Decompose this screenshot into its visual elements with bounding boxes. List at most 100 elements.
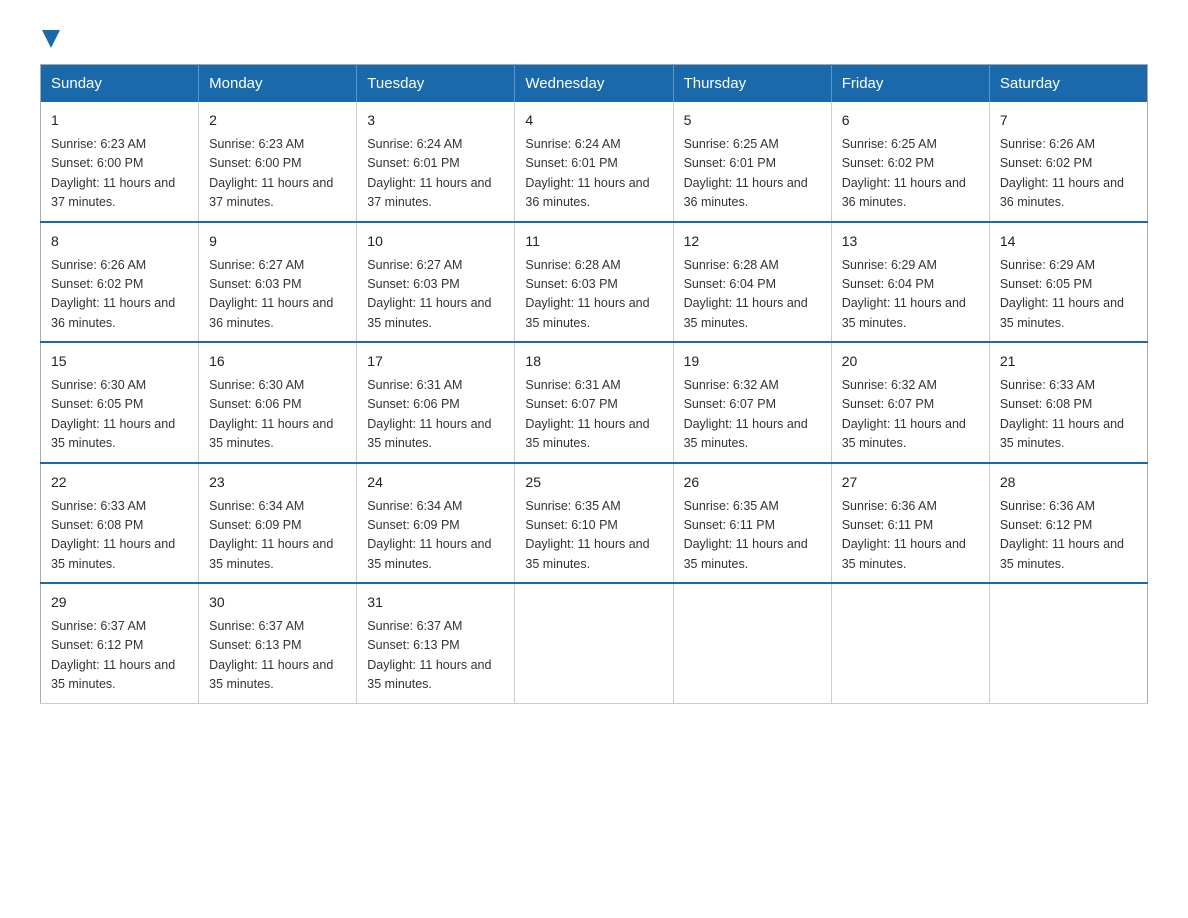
day-cell: 8 Sunrise: 6:26 AM Sunset: 6:02 PM Dayli… bbox=[41, 222, 199, 343]
day-info: Sunrise: 6:34 AM Sunset: 6:09 PM Dayligh… bbox=[367, 497, 504, 575]
day-number: 29 bbox=[51, 592, 188, 613]
day-number: 3 bbox=[367, 110, 504, 131]
week-row-2: 8 Sunrise: 6:26 AM Sunset: 6:02 PM Dayli… bbox=[41, 222, 1148, 343]
day-info: Sunrise: 6:24 AM Sunset: 6:01 PM Dayligh… bbox=[525, 135, 662, 213]
day-info: Sunrise: 6:35 AM Sunset: 6:11 PM Dayligh… bbox=[684, 497, 821, 575]
day-cell: 20 Sunrise: 6:32 AM Sunset: 6:07 PM Dayl… bbox=[831, 342, 989, 463]
page-header bbox=[40, 30, 1148, 44]
day-cell: 29 Sunrise: 6:37 AM Sunset: 6:12 PM Dayl… bbox=[41, 583, 199, 703]
day-info: Sunrise: 6:35 AM Sunset: 6:10 PM Dayligh… bbox=[525, 497, 662, 575]
day-number: 30 bbox=[209, 592, 346, 613]
day-info: Sunrise: 6:25 AM Sunset: 6:01 PM Dayligh… bbox=[684, 135, 821, 213]
week-row-4: 22 Sunrise: 6:33 AM Sunset: 6:08 PM Dayl… bbox=[41, 463, 1148, 584]
day-info: Sunrise: 6:37 AM Sunset: 6:13 PM Dayligh… bbox=[209, 617, 346, 695]
day-number: 22 bbox=[51, 472, 188, 493]
week-row-1: 1 Sunrise: 6:23 AM Sunset: 6:00 PM Dayli… bbox=[41, 102, 1148, 222]
day-number: 12 bbox=[684, 231, 821, 252]
day-info: Sunrise: 6:33 AM Sunset: 6:08 PM Dayligh… bbox=[1000, 376, 1137, 454]
day-info: Sunrise: 6:33 AM Sunset: 6:08 PM Dayligh… bbox=[51, 497, 188, 575]
day-info: Sunrise: 6:30 AM Sunset: 6:05 PM Dayligh… bbox=[51, 376, 188, 454]
day-info: Sunrise: 6:34 AM Sunset: 6:09 PM Dayligh… bbox=[209, 497, 346, 575]
day-info: Sunrise: 6:37 AM Sunset: 6:12 PM Dayligh… bbox=[51, 617, 188, 695]
day-cell: 7 Sunrise: 6:26 AM Sunset: 6:02 PM Dayli… bbox=[989, 102, 1147, 222]
day-info: Sunrise: 6:28 AM Sunset: 6:03 PM Dayligh… bbox=[525, 256, 662, 334]
day-number: 15 bbox=[51, 351, 188, 372]
day-cell: 24 Sunrise: 6:34 AM Sunset: 6:09 PM Dayl… bbox=[357, 463, 515, 584]
day-info: Sunrise: 6:24 AM Sunset: 6:01 PM Dayligh… bbox=[367, 135, 504, 213]
day-info: Sunrise: 6:26 AM Sunset: 6:02 PM Dayligh… bbox=[1000, 135, 1137, 213]
day-cell: 2 Sunrise: 6:23 AM Sunset: 6:00 PM Dayli… bbox=[199, 102, 357, 222]
day-info: Sunrise: 6:29 AM Sunset: 6:04 PM Dayligh… bbox=[842, 256, 979, 334]
logo-triangle-icon bbox=[42, 30, 60, 48]
day-info: Sunrise: 6:27 AM Sunset: 6:03 PM Dayligh… bbox=[367, 256, 504, 334]
day-cell bbox=[515, 583, 673, 703]
day-number: 8 bbox=[51, 231, 188, 252]
day-info: Sunrise: 6:27 AM Sunset: 6:03 PM Dayligh… bbox=[209, 256, 346, 334]
day-info: Sunrise: 6:36 AM Sunset: 6:11 PM Dayligh… bbox=[842, 497, 979, 575]
day-cell: 28 Sunrise: 6:36 AM Sunset: 6:12 PM Dayl… bbox=[989, 463, 1147, 584]
header-monday: Monday bbox=[199, 65, 357, 103]
header-tuesday: Tuesday bbox=[357, 65, 515, 103]
day-number: 28 bbox=[1000, 472, 1137, 493]
day-number: 7 bbox=[1000, 110, 1137, 131]
day-number: 20 bbox=[842, 351, 979, 372]
day-cell bbox=[831, 583, 989, 703]
day-cell: 15 Sunrise: 6:30 AM Sunset: 6:05 PM Dayl… bbox=[41, 342, 199, 463]
day-cell: 23 Sunrise: 6:34 AM Sunset: 6:09 PM Dayl… bbox=[199, 463, 357, 584]
day-info: Sunrise: 6:25 AM Sunset: 6:02 PM Dayligh… bbox=[842, 135, 979, 213]
day-cell: 12 Sunrise: 6:28 AM Sunset: 6:04 PM Dayl… bbox=[673, 222, 831, 343]
day-cell: 26 Sunrise: 6:35 AM Sunset: 6:11 PM Dayl… bbox=[673, 463, 831, 584]
day-cell: 11 Sunrise: 6:28 AM Sunset: 6:03 PM Dayl… bbox=[515, 222, 673, 343]
day-info: Sunrise: 6:31 AM Sunset: 6:07 PM Dayligh… bbox=[525, 376, 662, 454]
day-cell: 22 Sunrise: 6:33 AM Sunset: 6:08 PM Dayl… bbox=[41, 463, 199, 584]
day-number: 21 bbox=[1000, 351, 1137, 372]
day-number: 4 bbox=[525, 110, 662, 131]
day-number: 5 bbox=[684, 110, 821, 131]
day-number: 6 bbox=[842, 110, 979, 131]
week-row-3: 15 Sunrise: 6:30 AM Sunset: 6:05 PM Dayl… bbox=[41, 342, 1148, 463]
day-cell: 10 Sunrise: 6:27 AM Sunset: 6:03 PM Dayl… bbox=[357, 222, 515, 343]
day-cell: 19 Sunrise: 6:32 AM Sunset: 6:07 PM Dayl… bbox=[673, 342, 831, 463]
day-info: Sunrise: 6:30 AM Sunset: 6:06 PM Dayligh… bbox=[209, 376, 346, 454]
day-cell: 3 Sunrise: 6:24 AM Sunset: 6:01 PM Dayli… bbox=[357, 102, 515, 222]
header-sunday: Sunday bbox=[41, 65, 199, 103]
day-cell bbox=[673, 583, 831, 703]
week-row-5: 29 Sunrise: 6:37 AM Sunset: 6:12 PM Dayl… bbox=[41, 583, 1148, 703]
day-info: Sunrise: 6:26 AM Sunset: 6:02 PM Dayligh… bbox=[51, 256, 188, 334]
day-cell bbox=[989, 583, 1147, 703]
day-cell: 1 Sunrise: 6:23 AM Sunset: 6:00 PM Dayli… bbox=[41, 102, 199, 222]
day-info: Sunrise: 6:23 AM Sunset: 6:00 PM Dayligh… bbox=[51, 135, 188, 213]
calendar-table: SundayMondayTuesdayWednesdayThursdayFrid… bbox=[40, 64, 1148, 704]
day-number: 26 bbox=[684, 472, 821, 493]
day-info: Sunrise: 6:23 AM Sunset: 6:00 PM Dayligh… bbox=[209, 135, 346, 213]
calendar-header: SundayMondayTuesdayWednesdayThursdayFrid… bbox=[41, 65, 1148, 103]
day-number: 14 bbox=[1000, 231, 1137, 252]
day-cell: 13 Sunrise: 6:29 AM Sunset: 6:04 PM Dayl… bbox=[831, 222, 989, 343]
day-cell: 31 Sunrise: 6:37 AM Sunset: 6:13 PM Dayl… bbox=[357, 583, 515, 703]
day-number: 13 bbox=[842, 231, 979, 252]
day-cell: 14 Sunrise: 6:29 AM Sunset: 6:05 PM Dayl… bbox=[989, 222, 1147, 343]
logo bbox=[40, 30, 60, 44]
calendar-body: 1 Sunrise: 6:23 AM Sunset: 6:00 PM Dayli… bbox=[41, 102, 1148, 703]
day-number: 23 bbox=[209, 472, 346, 493]
day-number: 31 bbox=[367, 592, 504, 613]
day-cell: 27 Sunrise: 6:36 AM Sunset: 6:11 PM Dayl… bbox=[831, 463, 989, 584]
day-number: 27 bbox=[842, 472, 979, 493]
day-cell: 21 Sunrise: 6:33 AM Sunset: 6:08 PM Dayl… bbox=[989, 342, 1147, 463]
day-number: 19 bbox=[684, 351, 821, 372]
header-saturday: Saturday bbox=[989, 65, 1147, 103]
day-info: Sunrise: 6:29 AM Sunset: 6:05 PM Dayligh… bbox=[1000, 256, 1137, 334]
day-info: Sunrise: 6:28 AM Sunset: 6:04 PM Dayligh… bbox=[684, 256, 821, 334]
day-info: Sunrise: 6:31 AM Sunset: 6:06 PM Dayligh… bbox=[367, 376, 504, 454]
day-info: Sunrise: 6:32 AM Sunset: 6:07 PM Dayligh… bbox=[842, 376, 979, 454]
day-number: 25 bbox=[525, 472, 662, 493]
day-number: 11 bbox=[525, 231, 662, 252]
day-number: 17 bbox=[367, 351, 504, 372]
day-cell: 17 Sunrise: 6:31 AM Sunset: 6:06 PM Dayl… bbox=[357, 342, 515, 463]
header-friday: Friday bbox=[831, 65, 989, 103]
day-number: 18 bbox=[525, 351, 662, 372]
day-number: 9 bbox=[209, 231, 346, 252]
day-number: 24 bbox=[367, 472, 504, 493]
day-number: 1 bbox=[51, 110, 188, 131]
day-cell: 30 Sunrise: 6:37 AM Sunset: 6:13 PM Dayl… bbox=[199, 583, 357, 703]
